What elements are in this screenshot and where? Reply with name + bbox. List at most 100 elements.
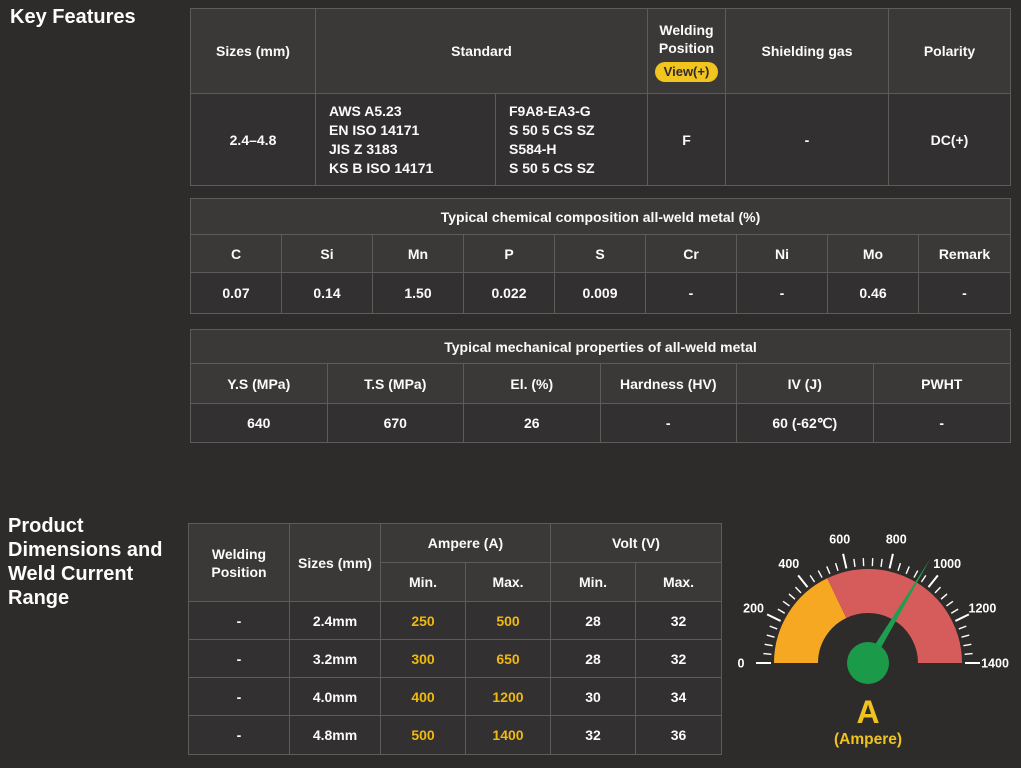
ampere-max-header: Max. (466, 563, 551, 602)
gauge-tick (951, 609, 958, 613)
cr-amp-max-cell: 1400 (466, 716, 551, 754)
gauge-band-0 (796, 598, 837, 663)
gauge-tick-label: 0 (738, 656, 745, 670)
cr-size-cell: 4.0mm (290, 678, 381, 716)
gauge-tick (962, 635, 970, 637)
cr-volt-max-cell: 32 (636, 602, 721, 640)
gauge-unit-label: A (856, 694, 879, 730)
gauge-tick-label: 1200 (969, 601, 997, 615)
standard-codes-cell: F9A8-EA3-GS 50 5 CS SZS584-HS 50 5 CS SZ (496, 94, 648, 185)
mechanical-value-cell: - (874, 404, 1011, 442)
mechanical-value-cell: 26 (464, 404, 601, 442)
mechanical-column-header: Y.S (MPa) (191, 364, 328, 404)
chemical-value-cell: 0.009 (555, 273, 646, 313)
cr-amp-min-cell: 500 (381, 716, 466, 754)
cr-welding-position-cell: - (189, 602, 290, 640)
shielding-gas-header: Shielding gas (726, 9, 889, 94)
view-button[interactable]: View(+) (655, 62, 719, 82)
chemical-value-cell: - (737, 273, 828, 313)
cr-volt-min-cell: 30 (551, 678, 636, 716)
standard-org-line: AWS A5.23 (329, 102, 402, 121)
standard-org-line: JIS Z 3183 (329, 140, 398, 159)
gauge-tick-label: 600 (829, 533, 850, 547)
dimensions-title-line: Dimensions and (8, 538, 162, 562)
key-features-table: Sizes (mm) Standard Welding Position Vie… (190, 8, 1011, 186)
cr-volt-min-cell: 28 (551, 602, 636, 640)
chemical-value-cell: 0.022 (464, 273, 555, 313)
product-spec-page: Key Features Sizes (mm) Standard Welding… (0, 0, 1021, 768)
gauge-tick-label: 1000 (933, 557, 961, 571)
sizes-header: Sizes (mm) (191, 9, 316, 94)
gauge-tick (818, 571, 822, 578)
gauge-tick (770, 626, 777, 629)
chemical-column-header: S (555, 235, 646, 273)
standard-org-line: KS B ISO 14171 (329, 159, 433, 178)
sizes-value: 2.4–4.8 (191, 94, 316, 185)
gauge-tick (836, 563, 838, 571)
chemical-composition-table: Typical chemical composition all-weld me… (190, 198, 1011, 314)
gauge-tick (941, 594, 947, 599)
mechanical-table-title: Typical mechanical properties of all-wel… (191, 330, 1010, 364)
dimensions-title-line: Product (8, 514, 162, 538)
mechanical-properties-table: Typical mechanical properties of all-wel… (190, 329, 1011, 443)
ampere-min-header: Min. (381, 563, 466, 602)
current-range-table: Welding Position Sizes (mm) Ampere (A) V… (188, 523, 722, 755)
mechanical-column-header: PWHT (874, 364, 1011, 404)
cr-amp-min-cell: 300 (381, 640, 466, 678)
cr-volt-max-cell: 36 (636, 716, 721, 754)
chemical-value-cell: 0.07 (191, 273, 282, 313)
gauge-tick (955, 614, 969, 621)
chemical-value-cell: - (919, 273, 1010, 313)
chemical-table-title: Typical chemical composition all-weld me… (191, 199, 1010, 235)
cr-size-cell: 2.4mm (290, 602, 381, 640)
mechanical-column-header: T.S (MPa) (328, 364, 465, 404)
chemical-column-header: P (464, 235, 555, 273)
gauge-tick (778, 609, 785, 613)
mechanical-column-header: Hardness (HV) (601, 364, 738, 404)
ampere-header: Ampere (A) (381, 524, 551, 563)
chemical-value-cell: 1.50 (373, 273, 464, 313)
chemical-column-header: Si (282, 235, 373, 273)
cr-amp-max-cell: 1200 (466, 678, 551, 716)
gauge-tick (763, 654, 771, 655)
cr-volt-min-cell: 28 (551, 640, 636, 678)
standard-org-line: EN ISO 14171 (329, 121, 419, 140)
gauge-tick (810, 575, 814, 582)
gauge-hub (847, 642, 889, 684)
mechanical-value-cell: - (601, 404, 738, 442)
dimensions-title-line: Weld Current (8, 562, 162, 586)
chemical-column-header: C (191, 235, 282, 273)
gauge-tick-label: 1400 (981, 656, 1009, 670)
gauge-tick (928, 575, 937, 587)
gauge-tick (906, 566, 909, 573)
gauge-tick (963, 644, 971, 645)
cr-amp-max-cell: 500 (466, 602, 551, 640)
cr-amp-min-cell: 250 (381, 602, 466, 640)
gauge-tick (890, 554, 893, 569)
dimensions-title: ProductDimensions andWeld CurrentRange (8, 514, 162, 610)
volt-max-header: Max. (636, 563, 721, 602)
dimensions-title-line: Range (8, 586, 162, 610)
welding-position-value: F (648, 94, 726, 185)
polarity-value: DC(+) (889, 94, 1010, 185)
volt-header: Volt (V) (551, 524, 721, 563)
chemical-column-header: Ni (737, 235, 828, 273)
gauge-tick (959, 626, 966, 629)
polarity-header: Polarity (889, 9, 1010, 94)
gauge-tick (965, 654, 973, 655)
gauge-tick (827, 566, 830, 573)
welding-position-header: Welding Position View(+) (648, 9, 726, 94)
welding-position-header-label: Welding Position (656, 21, 718, 57)
cr-welding-position-header: Welding Position (189, 524, 290, 602)
mechanical-column-header: IV (J) (737, 364, 874, 404)
chemical-value-cell: 0.14 (282, 273, 373, 313)
mechanical-value-cell: 60 (-62℃) (737, 404, 874, 442)
gauge-tick (854, 559, 855, 567)
mechanical-value-cell: 640 (191, 404, 328, 442)
gauge-tick (795, 587, 801, 593)
standard-code-line: F9A8-EA3-G (509, 102, 591, 121)
cr-size-cell: 4.8mm (290, 716, 381, 754)
gauge-tick (767, 635, 775, 637)
chemical-column-header: Remark (919, 235, 1010, 273)
standard-code-line: S584-H (509, 140, 556, 159)
